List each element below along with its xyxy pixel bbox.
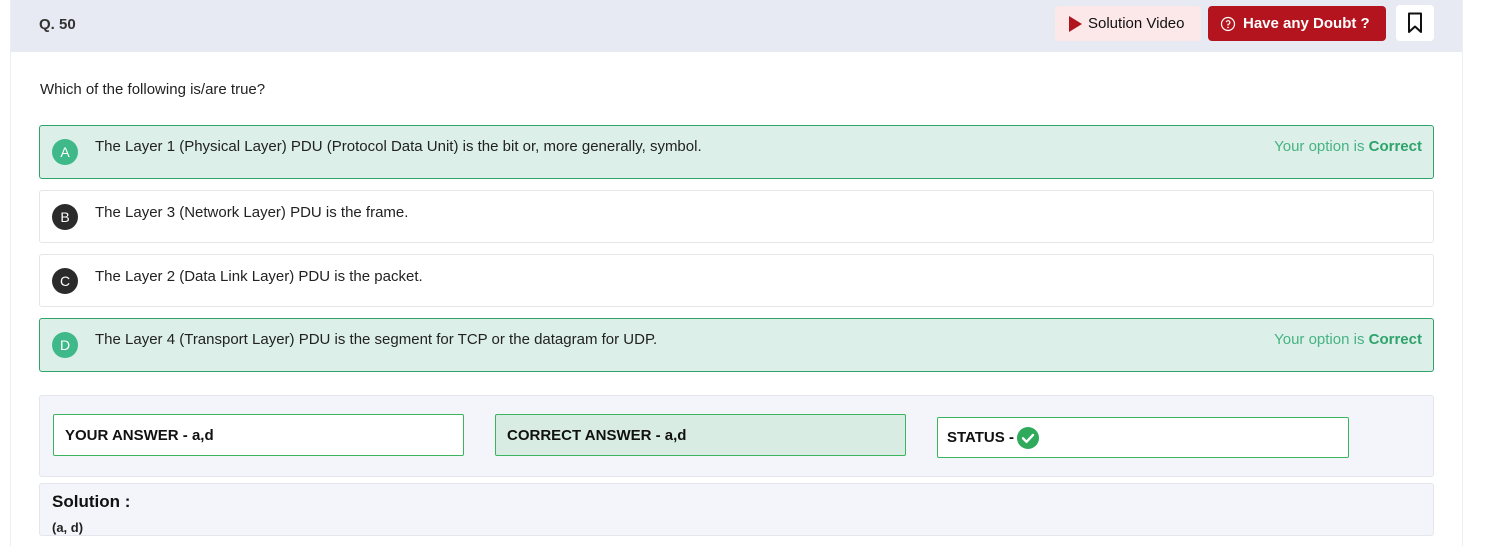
option-text: The Layer 2 (Data Link Layer) PDU is the… [95,268,423,285]
option-a[interactable]: A The Layer 1 (Physical Layer) PDU (Prot… [39,125,1434,179]
bookmark-button[interactable] [1396,5,1434,41]
option-c[interactable]: C The Layer 2 (Data Link Layer) PDU is t… [39,254,1434,307]
play-icon [1069,15,1082,32]
solution-text: (a, d) [52,520,84,535]
status-box: STATUS - [937,417,1349,458]
solution-video-label: Solution Video [1088,15,1185,32]
check-circle-icon [1016,426,1039,449]
option-b[interactable]: B The Layer 3 (Network Layer) PDU is the… [39,190,1434,243]
have-any-doubt-button[interactable]: Have any Doubt ? [1208,6,1386,41]
question-card: Q. 50 Solution Video Have any Doubt ? Wh [11,0,1462,546]
solution-panel: Solution : (a, d) [39,483,1434,536]
answer-summary-panel: YOUR ANSWER - a,d CORRECT ANSWER - a,d S… [39,395,1434,477]
option-text: The Layer 1 (Physical Layer) PDU (Protoc… [95,138,702,155]
option-status-word: Correct [1368,331,1422,348]
option-status-prefix: Your option is [1274,331,1365,348]
correct-answer-box: CORRECT ANSWER - a,d [495,414,906,456]
option-letter-badge: C [52,268,78,294]
chat-question-icon [1220,16,1236,31]
question-header: Q. 50 Solution Video Have any Doubt ? [11,0,1462,52]
doubt-label: Have any Doubt ? [1243,15,1370,32]
status-label: STATUS - [947,429,1014,446]
option-letter-badge: A [52,139,78,165]
option-d[interactable]: D The Layer 4 (Transport Layer) PDU is t… [39,318,1434,372]
your-answer-box: YOUR ANSWER - a,d [53,414,464,456]
option-text: The Layer 4 (Transport Layer) PDU is the… [95,331,658,348]
solution-video-button[interactable]: Solution Video [1055,6,1201,41]
option-status: Your option is Correct [1274,331,1422,348]
question-text: Which of the following is/are true? [40,81,266,98]
question-number: Q. 50 [39,16,76,33]
bookmark-icon [1408,12,1422,33]
option-text: The Layer 3 (Network Layer) PDU is the f… [95,204,409,221]
page: Q. 50 Solution Video Have any Doubt ? Wh [0,0,1491,546]
option-letter-badge: B [52,204,78,230]
option-status-prefix: Your option is [1274,138,1365,155]
option-letter-badge: D [52,332,78,358]
solution-title: Solution : [52,492,131,511]
option-status: Your option is Correct [1274,138,1422,155]
option-status-word: Correct [1368,138,1422,155]
